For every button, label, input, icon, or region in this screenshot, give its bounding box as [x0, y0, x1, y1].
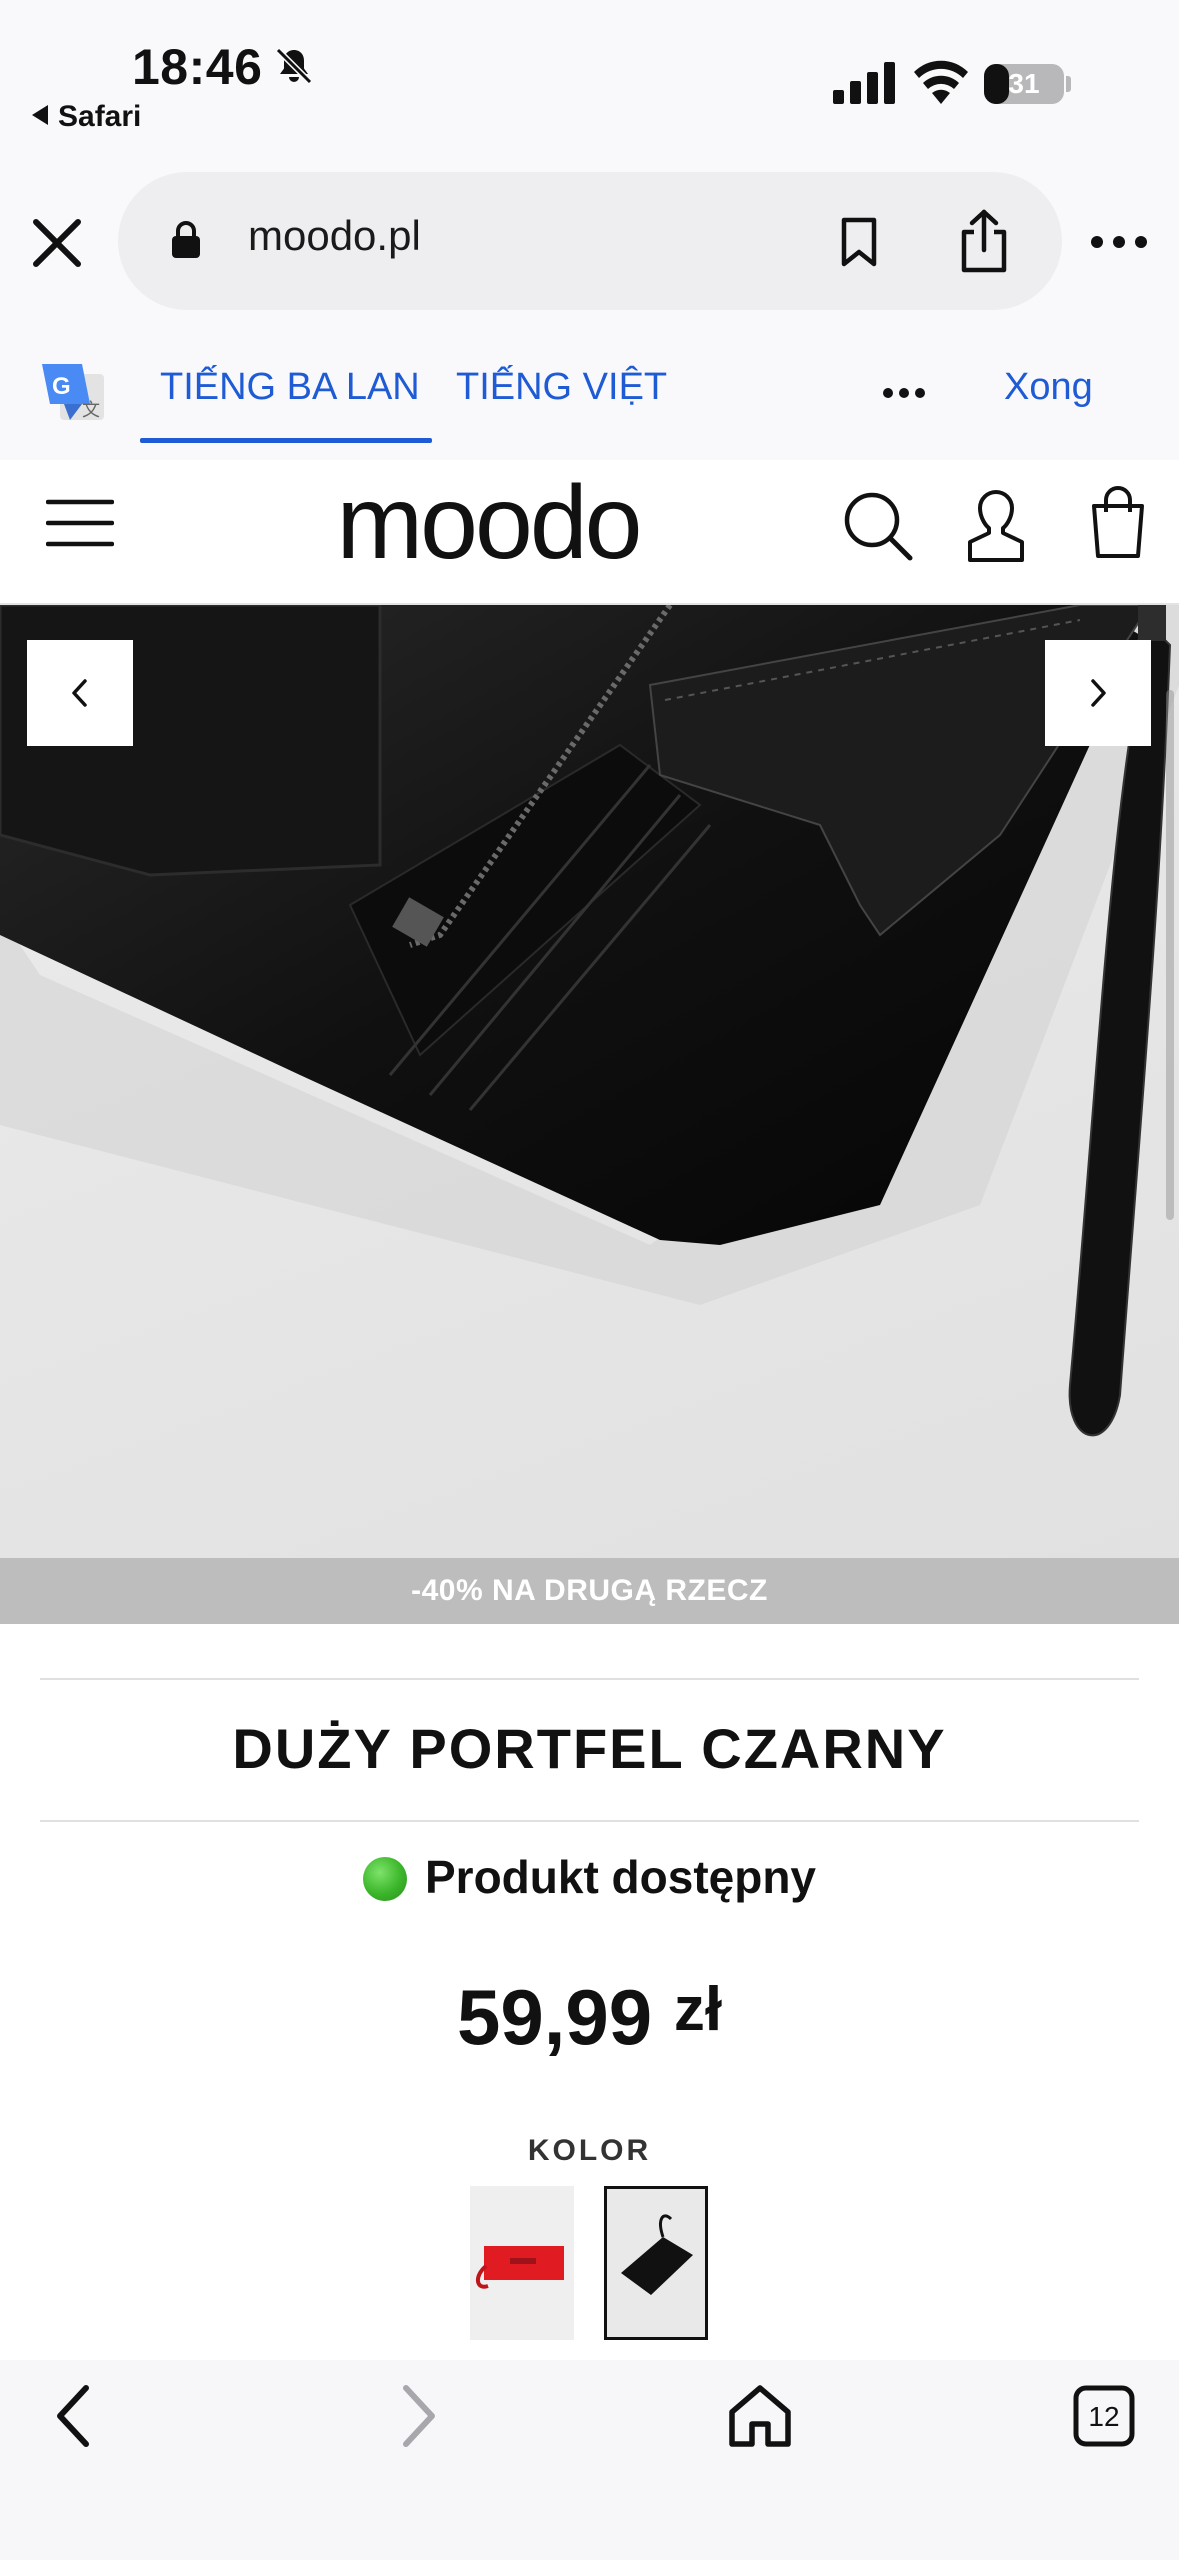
tabs-icon: 12 [1073, 2385, 1135, 2447]
tabs-count: 12 [1088, 2401, 1119, 2432]
product-price: 59,99 zł [0, 1972, 1179, 2063]
price-currency: zł [673, 1975, 723, 2044]
back-triangle-icon [32, 105, 48, 125]
availability-text: Produkt dostępny [424, 1851, 817, 1903]
bell-muted-icon [275, 47, 313, 85]
color-label: KOLOR [527, 2134, 652, 2167]
back-arrow-icon[interactable] [36, 2376, 116, 2456]
done-button[interactable]: Xong [1004, 366, 1093, 409]
product-info: DUŻY PORTFEL CZARNY Produkt dostępny 59,… [0, 1624, 1179, 2360]
svg-text:文: 文 [82, 400, 100, 421]
more-options-icon[interactable] [1088, 222, 1150, 262]
divider [40, 1678, 1139, 1680]
chevron-left-icon [72, 679, 87, 707]
price-amount: 59,99 [456, 1973, 653, 2061]
close-icon[interactable] [24, 210, 90, 276]
divider [40, 1820, 1139, 1822]
browser-toolbar: 12 [0, 2360, 1179, 2560]
product-image-gallery[interactable] [0, 605, 1179, 1558]
site-header: moodo [0, 460, 1179, 605]
gallery-prev-button[interactable] [27, 640, 133, 746]
gallery-next-button[interactable] [1045, 640, 1151, 746]
logo-text: moodo [337, 472, 640, 581]
availability-status: Produkt dostępny [0, 1850, 1179, 1904]
google-translate-icon: G 文 [42, 364, 104, 421]
promo-banner: -40% NA DRUGĄ RZECZ [0, 1558, 1179, 1624]
svg-text:G: G [52, 373, 71, 400]
black-wallet-thumbnail [621, 2214, 693, 2295]
lock-icon [172, 221, 200, 258]
tabs-button[interactable]: 12 [1064, 2376, 1144, 2456]
shopping-bag-icon[interactable] [1088, 484, 1148, 560]
share-icon[interactable] [956, 208, 1012, 274]
back-app-label: Safari [58, 100, 142, 133]
address-bar-row: moodo.pl [0, 160, 1179, 320]
tab-source-language[interactable]: TIẾNG BA LAN [160, 366, 420, 409]
product-photo [0, 605, 1179, 1437]
status-time: 18:46 [132, 39, 263, 95]
product-title: DUŻY PORTFEL CZARNY [232, 1717, 947, 1780]
battery-level: 31 [1008, 68, 1040, 99]
menu-icon[interactable] [46, 496, 114, 550]
active-tab-underline [140, 438, 432, 443]
color-swatch-red[interactable] [470, 2186, 574, 2340]
battery-indicator: 31 [984, 64, 1064, 104]
site-logo[interactable]: moodo [298, 472, 678, 582]
cellular-signal-icon [833, 62, 895, 104]
wifi-icon [914, 60, 968, 104]
more-options-icon[interactable] [882, 386, 926, 400]
user-account-icon[interactable] [964, 486, 1028, 564]
url-text[interactable]: moodo.pl [248, 212, 421, 260]
status-bar: 18:46 Safari 31 [0, 0, 1179, 150]
home-icon[interactable] [720, 2376, 800, 2456]
color-swatch-black[interactable] [604, 2186, 708, 2340]
chevron-right-icon [1091, 679, 1106, 707]
red-wallet-thumbnail [476, 2246, 564, 2289]
search-icon[interactable] [840, 488, 914, 562]
battery-tip [1066, 76, 1071, 92]
bookmark-icon[interactable] [838, 216, 880, 268]
scrollbar[interactable] [1166, 690, 1174, 1220]
back-to-app-link[interactable]: Safari [32, 100, 141, 134]
address-bar[interactable]: moodo.pl [118, 172, 1062, 310]
tab-target-language[interactable]: TIẾNG VIỆT [456, 366, 667, 409]
translate-bar: G 文 TIẾNG BA LAN TIẾNG VIỆT Xong [0, 340, 1179, 450]
forward-arrow-icon[interactable] [376, 2376, 456, 2456]
status-dot-icon [362, 1857, 407, 1901]
